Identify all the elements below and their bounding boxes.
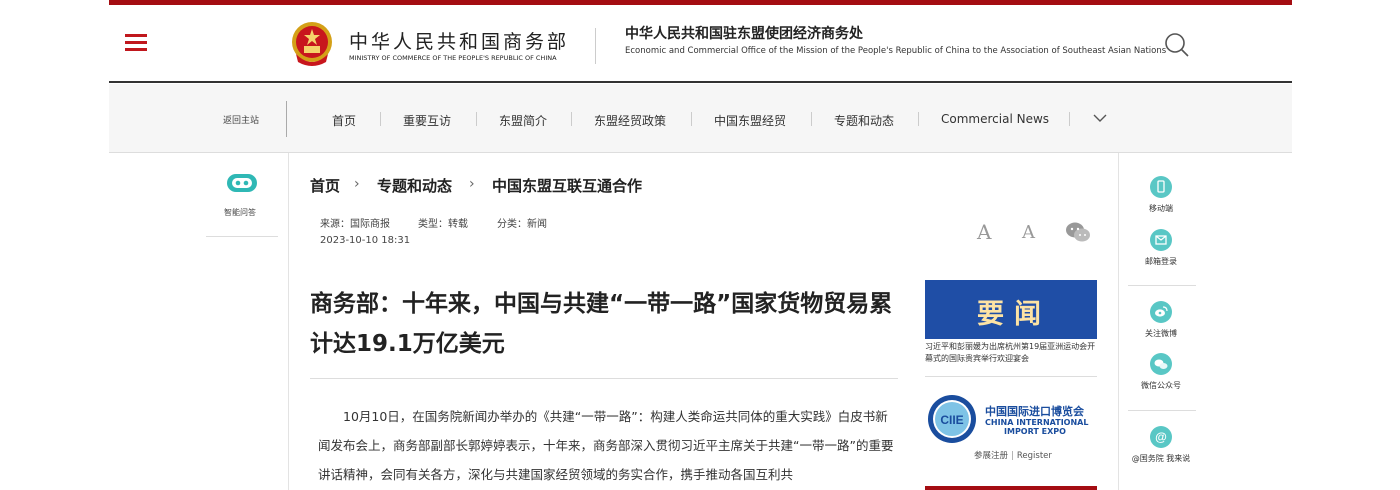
back-home-link[interactable]: 返回主站 [223, 113, 259, 126]
ciie-register-cn-link[interactable]: 参展注册 [974, 451, 1008, 461]
nav-divider [380, 112, 381, 126]
nav-item-commercial-news[interactable]: Commercial News [941, 112, 1049, 126]
menu-icon[interactable] [125, 34, 147, 51]
tool-mail-label[interactable]: 邮箱登录 [1121, 256, 1201, 267]
ciie-logo-text: CIIE [940, 413, 963, 427]
font-size-large-button[interactable]: A [977, 220, 991, 244]
ministry-name-en: MINISTRY OF COMMERCE OF THE PEOPLE'S REP… [349, 54, 557, 62]
tool-mail[interactable]: 邮箱登录 [1121, 229, 1201, 267]
news-banner-title: 要闻 [977, 299, 1051, 330]
svg-text:@: @ [1155, 430, 1167, 444]
column-divider [288, 153, 289, 490]
nav-divider [811, 112, 812, 126]
chevron-right-icon: › [469, 176, 475, 192]
national-emblem-icon[interactable] [290, 20, 334, 68]
tool-state-council-label[interactable]: @国务院 我来说 [1121, 453, 1201, 464]
robot-icon[interactable] [225, 172, 259, 194]
tool-mobile-label[interactable]: 移动端 [1121, 203, 1201, 214]
breadcrumb-current[interactable]: 中国东盟互联互通合作 [492, 175, 642, 196]
nav-divider [1069, 112, 1070, 126]
nav-item-home[interactable]: 首页 [332, 112, 356, 129]
nav-divider [691, 112, 692, 126]
title-divider [310, 378, 898, 379]
sidebar-bottom-bar [925, 486, 1097, 490]
nav-item-topics[interactable]: 专题和动态 [834, 112, 894, 129]
site-header [109, 5, 1292, 83]
nav-item-china-asean-trade[interactable]: 中国东盟经贸 [714, 112, 786, 129]
article-date: 2023-10-10 18:31 [320, 235, 411, 246]
article-type: 类型：转载 [418, 219, 468, 230]
breadcrumb-topics[interactable]: 专题和动态 [377, 175, 452, 196]
chevron-down-icon[interactable] [1093, 113, 1107, 123]
news-caption-link[interactable]: 习近平和彭丽媛为出席杭州第19届亚洲运动会开幕式的国际贵宾举行欢迎宴会 [925, 341, 1097, 365]
nav-item-asean-policy[interactable]: 东盟经贸政策 [594, 112, 666, 129]
wechat-icon[interactable] [1150, 353, 1172, 375]
ciie-name-cn[interactable]: 中国国际进口博览会 [985, 403, 1084, 419]
article-paragraph: 10月10日，在国务院新闻办举办的《共建“一带一路”：构建人类命运共同体的重大实… [318, 409, 894, 482]
nav-divider [918, 112, 919, 126]
office-name-en: Economic and Commercial Office of the Mi… [625, 46, 1167, 56]
tools-divider [1128, 285, 1196, 286]
ciie-logo-icon[interactable]: CIIE [926, 393, 978, 445]
tool-wechat-label[interactable]: 微信公众号 [1121, 380, 1201, 391]
at-icon[interactable]: @ [1150, 426, 1172, 448]
article-category: 分类：新闻 [497, 219, 547, 230]
mobile-icon[interactable] [1150, 176, 1172, 198]
nav-divider [571, 112, 572, 126]
breadcrumb-home[interactable]: 首页 [310, 175, 340, 196]
ministry-name-cn[interactable]: 中华人民共和国商务部 [349, 27, 569, 54]
nav-divider [476, 112, 477, 126]
news-banner[interactable]: 要闻 [925, 280, 1097, 339]
mail-icon[interactable] [1150, 229, 1172, 251]
nav-divider [286, 101, 287, 137]
font-size-small-button[interactable]: A [1022, 222, 1035, 243]
column-divider [1118, 153, 1119, 490]
sidebar-divider [925, 376, 1097, 377]
article-title: 商务部：十年来，中国与共建“一带一路”国家货物贸易累计达19.1万亿美元 [310, 291, 893, 357]
tool-wechat[interactable]: 微信公众号 [1121, 353, 1201, 391]
ciie-links: 参展注册 | Register [974, 451, 1052, 461]
smart-qa-label[interactable]: 智能问答 [224, 207, 256, 218]
tools-divider [1128, 410, 1196, 411]
search-icon[interactable] [1164, 32, 1190, 58]
nav-item-visits[interactable]: 重要互访 [403, 112, 451, 129]
ciie-name-en-line1: CHINA INTERNATIONAL [985, 418, 1089, 427]
article-source: 来源：国际商报 [320, 219, 390, 230]
header-divider [595, 28, 596, 64]
ciie-name-en-line2: IMPORT EXPO [1004, 427, 1066, 436]
tool-state-council[interactable]: @ @国务院 我来说 [1121, 426, 1201, 464]
tool-weibo[interactable]: 关注微博 [1121, 301, 1201, 339]
nav-item-asean-intro[interactable]: 东盟简介 [499, 112, 547, 129]
ciie-register-en-link[interactable]: Register [1017, 451, 1052, 461]
weibo-icon[interactable] [1150, 301, 1172, 323]
tool-weibo-label[interactable]: 关注微博 [1121, 328, 1201, 339]
office-name-cn: 中华人民共和国驻东盟使团经济商务处 [625, 26, 863, 42]
chevron-right-icon: › [354, 176, 360, 192]
tool-mobile[interactable]: 移动端 [1121, 176, 1201, 214]
wechat-share-icon[interactable] [1065, 221, 1091, 243]
